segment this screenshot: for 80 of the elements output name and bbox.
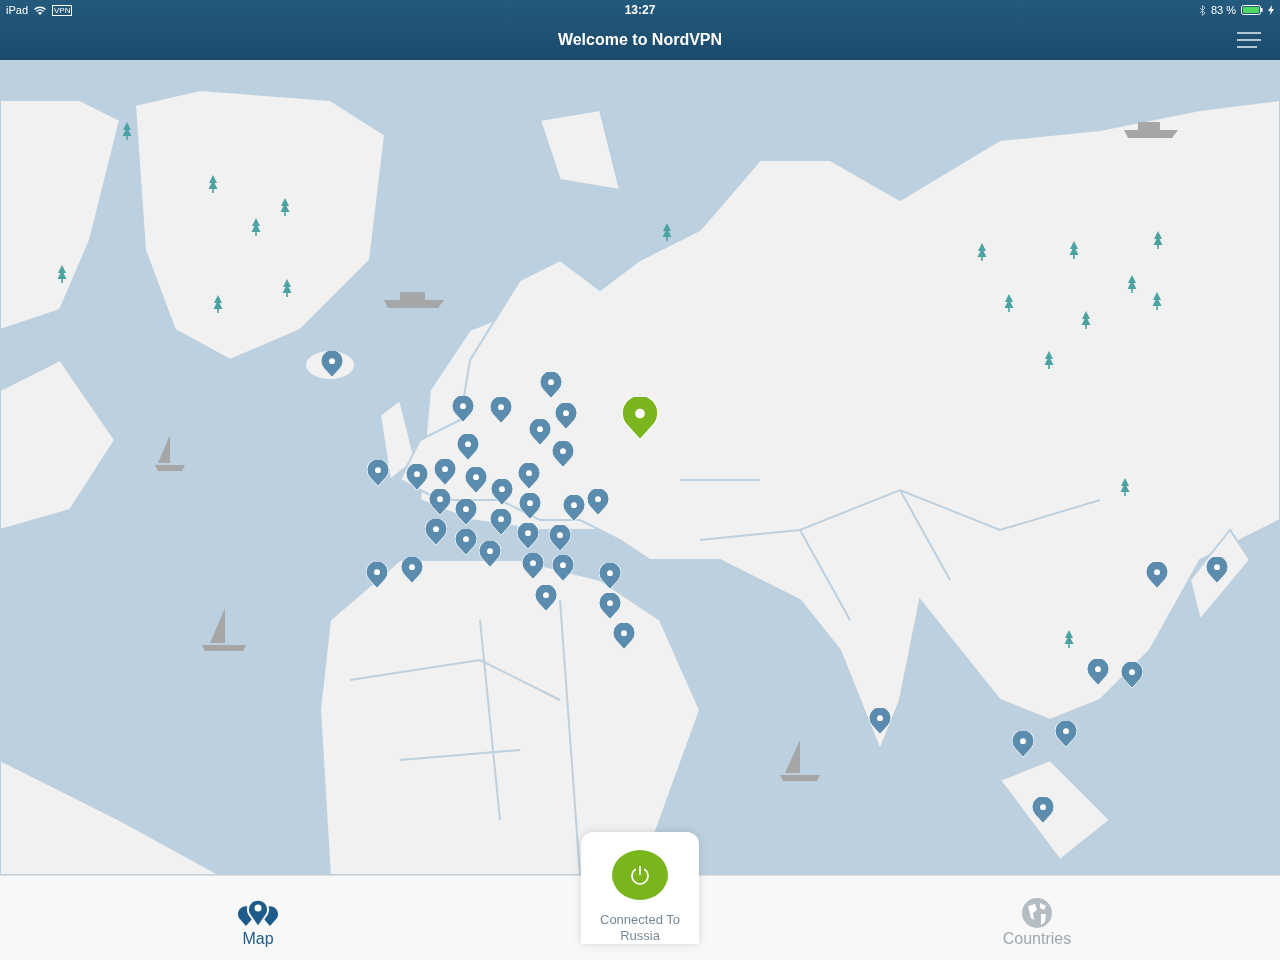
map-pin-icon[interactable] [587, 488, 609, 516]
map-pin-icon[interactable] [555, 402, 577, 430]
map-pin-icon[interactable] [552, 440, 574, 468]
tree-icon [1120, 478, 1130, 496]
sailboat-icon [155, 435, 185, 471]
globe-icon [1022, 897, 1052, 928]
map-pin-icon[interactable] [1146, 561, 1168, 589]
wifi-icon [34, 5, 47, 15]
map-pin-icon[interactable] [1206, 556, 1228, 584]
map-pin-icon[interactable] [491, 478, 513, 506]
map-pin-icon[interactable] [465, 466, 487, 494]
tree-icon [251, 218, 261, 236]
map-pin-icon[interactable] [599, 592, 621, 620]
map-pin-icon[interactable] [367, 459, 389, 487]
map-pin-icon[interactable] [622, 396, 658, 441]
status-time: 13:27 [624, 3, 656, 17]
map-pin-icon[interactable] [366, 561, 388, 589]
map-pin-icon[interactable] [1055, 720, 1077, 748]
map-pin-icon[interactable] [490, 508, 512, 536]
map-pin-icon[interactable] [457, 433, 479, 461]
tree-icon [1153, 231, 1163, 249]
map-pin-icon[interactable] [517, 522, 539, 550]
device-name: iPad [6, 4, 29, 16]
map-pin-icon[interactable] [455, 498, 477, 526]
map-pin-icon[interactable] [321, 350, 343, 378]
map-pin-icon[interactable] [1032, 796, 1054, 824]
map-pin-icon[interactable] [434, 458, 456, 486]
tree-icon [1127, 275, 1137, 293]
map-tab[interactable]: Map [238, 876, 278, 960]
map-pin-icon[interactable] [425, 518, 447, 546]
ship-icon [384, 292, 444, 308]
map-pin-icon[interactable] [599, 562, 621, 590]
tree-icon [1081, 311, 1091, 329]
sailboat-icon [780, 740, 820, 781]
map-pin-icon[interactable] [535, 584, 557, 612]
tree-icon [122, 122, 132, 140]
map-pins-icon [238, 897, 278, 928]
map-pin-icon[interactable] [455, 528, 477, 556]
map-pin-icon[interactable] [563, 494, 585, 522]
map-pin-icon[interactable] [401, 556, 423, 584]
tree-icon [1064, 630, 1074, 648]
power-icon [629, 864, 651, 886]
tree-icon [977, 243, 987, 261]
tree-icon [1152, 292, 1162, 310]
bluetooth-icon [1198, 4, 1206, 16]
tree-icon [213, 295, 223, 313]
map-pin-icon[interactable] [1087, 658, 1109, 686]
menu-button[interactable] [1236, 31, 1262, 49]
header-title: Welcome to NordVPN [557, 31, 723, 49]
map-pin-icon[interactable] [522, 552, 544, 580]
map-pin-icon[interactable] [490, 396, 512, 424]
map-pin-icon[interactable] [549, 524, 571, 552]
map-pin-icon[interactable] [479, 540, 501, 568]
map-pin-icon[interactable] [518, 462, 540, 490]
sailboat-icon [202, 608, 246, 651]
map-pin-icon[interactable] [613, 622, 635, 650]
battery-icon [1241, 5, 1263, 15]
map-pin-icon[interactable] [429, 488, 451, 516]
map-pin-icon[interactable] [552, 554, 574, 582]
connection-status: Connected To Russia [599, 912, 681, 944]
ship-icon [1124, 122, 1178, 138]
map-pin-icon[interactable] [869, 707, 891, 735]
battery-percent: 83 % [1210, 4, 1236, 16]
tree-icon [280, 198, 290, 216]
map-pin-icon[interactable] [406, 463, 428, 491]
tree-icon [662, 223, 672, 241]
tree-icon [282, 279, 292, 297]
tree-icon [57, 265, 67, 283]
tree-icon [208, 175, 218, 193]
map-pin-icon[interactable] [519, 492, 541, 520]
tree-icon [1044, 351, 1054, 369]
map-pin-icon[interactable] [1012, 730, 1034, 758]
map-pin-icon[interactable] [529, 418, 551, 446]
map-pin-icon[interactable] [452, 395, 474, 423]
tree-icon [1004, 294, 1014, 312]
map-pin-icon[interactable] [540, 371, 562, 399]
tree-icon [1069, 241, 1079, 259]
vpn-indicator: VPN [52, 4, 73, 16]
map-pin-icon[interactable] [1121, 661, 1143, 689]
power-button[interactable] [612, 850, 668, 900]
